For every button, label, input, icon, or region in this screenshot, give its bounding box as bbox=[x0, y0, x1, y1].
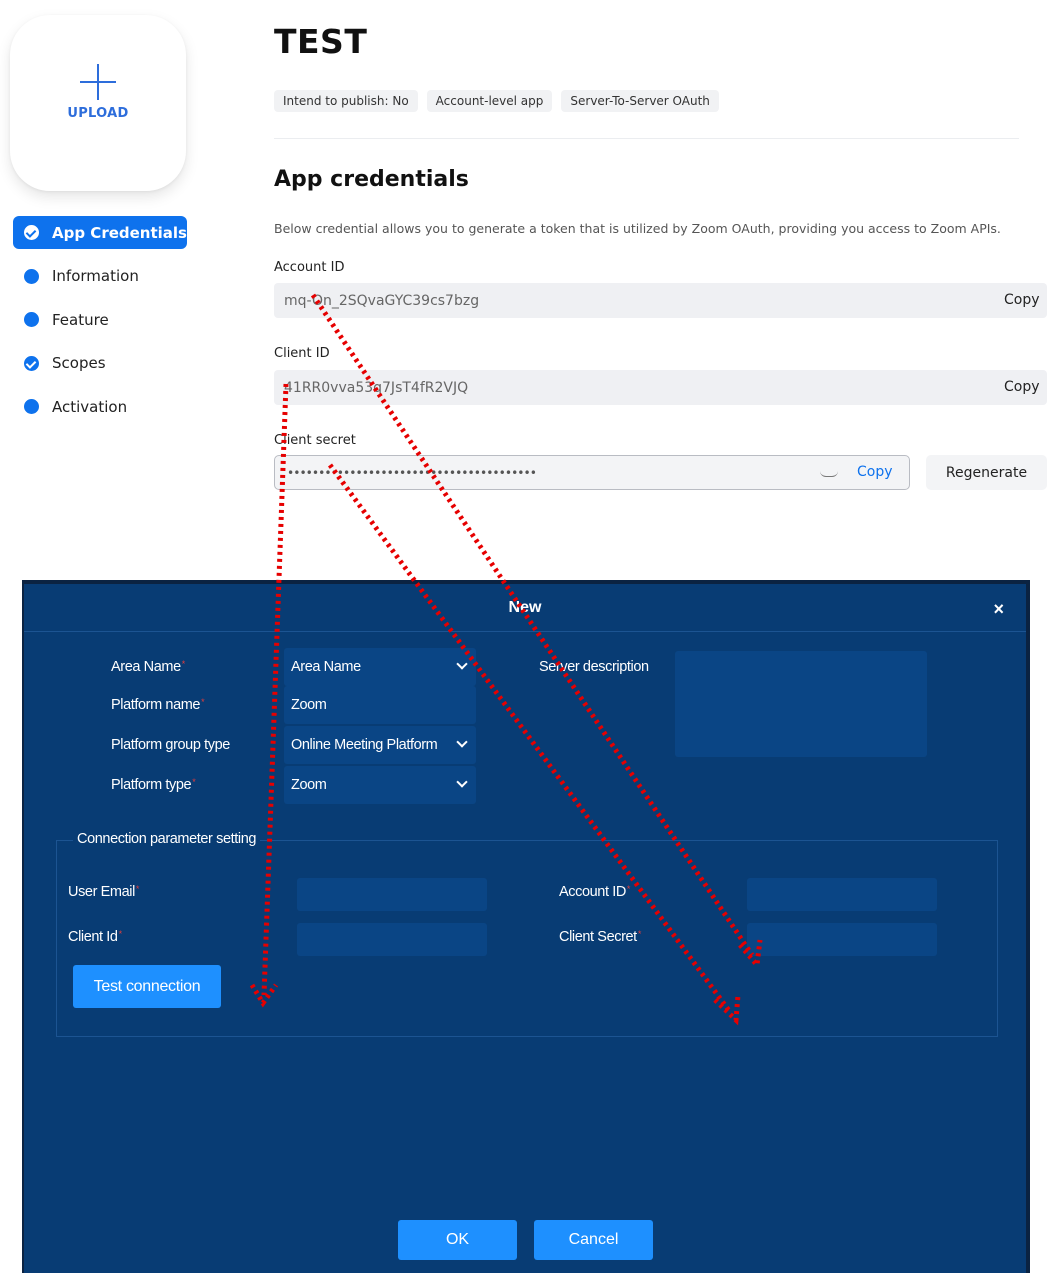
sidebar-item-information[interactable]: Information bbox=[13, 260, 187, 293]
user-email-label: User Email* bbox=[68, 884, 140, 900]
status-dot-icon bbox=[24, 399, 39, 414]
platform-group-type-label: Platform group type bbox=[111, 737, 230, 753]
tag-publish: Intend to publish: No bbox=[274, 90, 418, 112]
sidebar-item-scopes[interactable]: Scopes bbox=[13, 347, 187, 380]
platform-group-type-select[interactable]: Online Meeting Platform bbox=[284, 726, 476, 764]
plus-icon bbox=[80, 63, 116, 100]
user-email-input[interactable] bbox=[297, 878, 487, 911]
tag-server-oauth: Server-To-Server OAuth bbox=[561, 90, 719, 112]
sidebar-item-feature[interactable]: Feature bbox=[13, 303, 187, 336]
client-secret-input[interactable] bbox=[747, 923, 937, 956]
upload-label: UPLOAD bbox=[67, 105, 129, 121]
client-secret-label: Client Secret* bbox=[559, 929, 641, 945]
hidden-eye-icon[interactable] bbox=[820, 471, 838, 477]
new-dialog: New × Area Name* Area Name Platform name… bbox=[22, 580, 1030, 1273]
status-dot-icon bbox=[24, 312, 39, 327]
tag-account-level: Account-level app bbox=[426, 90, 553, 112]
credentials-description: Below credential allows you to generate … bbox=[274, 221, 1001, 236]
test-connection-button[interactable]: Test connection bbox=[73, 965, 221, 1008]
account-id-label: Account ID* bbox=[559, 884, 631, 900]
sidebar-item-label: App Credentials bbox=[52, 223, 187, 242]
cancel-button[interactable]: Cancel bbox=[534, 1220, 653, 1260]
ok-button[interactable]: OK bbox=[398, 1220, 517, 1260]
platform-type-label: Platform type* bbox=[111, 777, 196, 793]
server-description-label: Server description bbox=[539, 659, 649, 675]
sidebar-item-app-credentials[interactable]: App Credentials bbox=[13, 216, 187, 249]
sidebar-item-label: Feature bbox=[52, 310, 109, 329]
check-circle-icon bbox=[24, 225, 39, 240]
chevron-down-icon bbox=[456, 776, 468, 788]
app-tags: Intend to publish: No Account-level app … bbox=[274, 90, 719, 112]
account-id-field[interactable]: mq-On_2SQvaGYC39cs7bzg bbox=[274, 283, 1047, 318]
area-name-select[interactable]: Area Name bbox=[284, 648, 476, 686]
area-name-value: Area Name bbox=[291, 659, 361, 675]
app-title: TEST bbox=[274, 22, 368, 61]
client-secret-field[interactable]: ••••••••••••••••••••••••••••••••••••••••… bbox=[274, 455, 910, 490]
chevron-down-icon bbox=[456, 658, 468, 670]
client-secret-copy-button[interactable]: Copy bbox=[857, 464, 893, 480]
connection-parameter-legend: Connection parameter setting bbox=[73, 831, 261, 847]
platform-name-label: Platform name* bbox=[111, 697, 205, 713]
client-id-copy-button[interactable]: Copy bbox=[1004, 379, 1040, 395]
client-id-field[interactable]: 41RR0vva53q7JsT4fR2VJQ bbox=[274, 370, 1047, 405]
check-circle-icon bbox=[24, 355, 39, 371]
platform-name-input[interactable]: Zoom bbox=[284, 686, 476, 724]
dialog-header: New × bbox=[24, 584, 1026, 632]
chevron-down-icon bbox=[456, 736, 468, 748]
account-id-label: Account ID bbox=[274, 260, 345, 275]
sidebar-nav: App Credentials Information Feature Scop… bbox=[13, 216, 187, 434]
client-id-label: Client Id* bbox=[68, 929, 122, 945]
sidebar-item-label: Scopes bbox=[52, 354, 106, 372]
platform-group-type-value: Online Meeting Platform bbox=[291, 737, 438, 753]
server-description-textarea[interactable] bbox=[675, 651, 927, 757]
platform-type-select[interactable]: Zoom bbox=[284, 766, 476, 804]
sidebar-item-label: Activation bbox=[52, 397, 128, 416]
divider bbox=[274, 138, 1019, 139]
client-secret-label: Client secret bbox=[274, 433, 356, 448]
account-id-copy-button[interactable]: Copy bbox=[1004, 292, 1040, 308]
regenerate-button[interactable]: Regenerate bbox=[926, 455, 1047, 490]
platform-type-value: Zoom bbox=[291, 777, 327, 793]
dialog-title: New bbox=[508, 599, 542, 616]
client-id-input[interactable] bbox=[297, 923, 487, 956]
client-secret-value: •••••••••••••••••••••••••••••••••••••••• bbox=[287, 465, 537, 480]
account-id-input[interactable] bbox=[747, 878, 937, 911]
close-icon[interactable]: × bbox=[993, 600, 1004, 618]
status-dot-icon bbox=[24, 268, 39, 284]
client-id-label: Client ID bbox=[274, 346, 330, 361]
upload-card[interactable]: UPLOAD bbox=[10, 15, 186, 191]
sidebar-item-label: Information bbox=[52, 267, 139, 285]
credentials-heading: App credentials bbox=[274, 167, 469, 192]
sidebar-item-activation[interactable]: Activation bbox=[13, 390, 187, 423]
area-name-label: Area Name* bbox=[111, 659, 185, 675]
